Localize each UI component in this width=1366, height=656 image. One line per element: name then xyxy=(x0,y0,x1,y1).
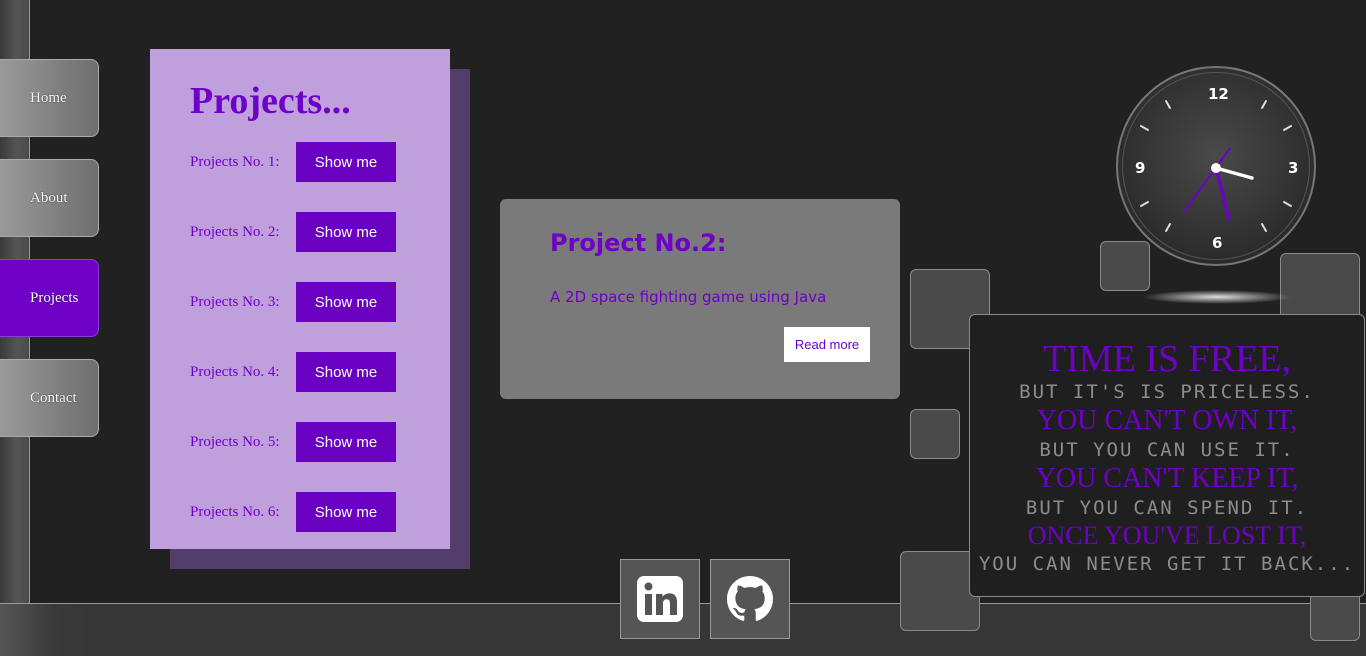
nav-about[interactable]: About xyxy=(0,159,99,237)
decorative-square xyxy=(910,409,960,459)
linkedin-icon xyxy=(637,576,683,622)
decorative-square xyxy=(1310,591,1360,641)
clock-number-3: 3 xyxy=(1288,159,1299,177)
nav-home-label: Home xyxy=(30,89,67,106)
bottom-bar-glow xyxy=(0,604,90,656)
clock-minute-hand xyxy=(1214,166,1231,221)
clock-number-9: 9 xyxy=(1135,159,1146,177)
nav-about-label: About xyxy=(30,189,68,206)
project-label: Projects No. 4: xyxy=(190,363,280,380)
clock-hour-hand xyxy=(1214,166,1254,180)
linkedin-link[interactable] xyxy=(620,559,700,639)
quote-line: TIME IS FREE, xyxy=(1042,338,1292,380)
project-row: Projects No. 4: Show me xyxy=(190,352,396,392)
quote-line: YOU CAN'T OWN IT, xyxy=(1036,405,1298,436)
time-quote: TIME IS FREE, BUT IT'S IS PRICELESS. YOU… xyxy=(969,314,1365,597)
read-more-button[interactable]: Read more xyxy=(784,327,870,362)
quote-line: BUT IT'S IS PRICELESS. xyxy=(1019,381,1315,403)
project-card: Project No.2: A 2D space fighting game u… xyxy=(500,199,900,399)
clock-center-pin xyxy=(1211,163,1221,173)
github-link[interactable] xyxy=(710,559,790,639)
project-label: Projects No. 1: xyxy=(190,153,280,170)
nav-contact-label: Contact xyxy=(30,389,77,406)
nav-projects[interactable]: Projects xyxy=(0,259,99,337)
show-project-1-button[interactable]: Show me xyxy=(296,142,396,182)
project-card-description: A 2D space fighting game using Java xyxy=(550,288,827,306)
projects-title: Projects... xyxy=(190,80,351,122)
nav-contact[interactable]: Contact xyxy=(0,359,99,437)
project-row: Projects No. 6: Show me xyxy=(190,492,396,532)
project-card-title: Project No.2: xyxy=(550,229,727,257)
show-project-6-button[interactable]: Show me xyxy=(296,492,396,532)
show-project-4-button[interactable]: Show me xyxy=(296,352,396,392)
project-label: Projects No. 5: xyxy=(190,433,280,450)
analog-clock: 12 3 6 9 xyxy=(1116,66,1316,266)
project-label: Projects No. 2: xyxy=(190,223,280,240)
project-row: Projects No. 5: Show me xyxy=(190,422,396,462)
show-project-5-button[interactable]: Show me xyxy=(296,422,396,462)
nav-projects-label: Projects xyxy=(30,289,79,306)
quote-line: BUT YOU CAN SPEND IT. xyxy=(1025,497,1309,519)
quote-line: YOU CAN'T KEEP IT, xyxy=(1035,463,1299,494)
quote-line: ONCE YOU'VE LOST IT, xyxy=(1027,521,1307,550)
project-label: Projects No. 6: xyxy=(190,503,280,520)
clock-reflection xyxy=(1142,290,1292,304)
project-label: Projects No. 3: xyxy=(190,293,280,310)
project-row: Projects No. 3: Show me xyxy=(190,282,396,322)
project-row: Projects No. 1: Show me xyxy=(190,142,396,182)
quote-line: BUT YOU CAN USE IT. xyxy=(1039,439,1295,461)
decorative-square xyxy=(900,551,980,631)
project-row: Projects No. 2: Show me xyxy=(190,212,396,252)
nav-home[interactable]: Home xyxy=(0,59,99,137)
quote-line: YOU CAN NEVER GET IT BACK... xyxy=(978,553,1356,575)
show-project-2-button[interactable]: Show me xyxy=(296,212,396,252)
projects-panel: Projects... Projects No. 1: Show me Proj… xyxy=(150,49,450,549)
clock-number-6: 6 xyxy=(1212,234,1223,252)
clock-number-12: 12 xyxy=(1208,85,1229,103)
show-project-3-button[interactable]: Show me xyxy=(296,282,396,322)
github-icon xyxy=(727,576,773,621)
